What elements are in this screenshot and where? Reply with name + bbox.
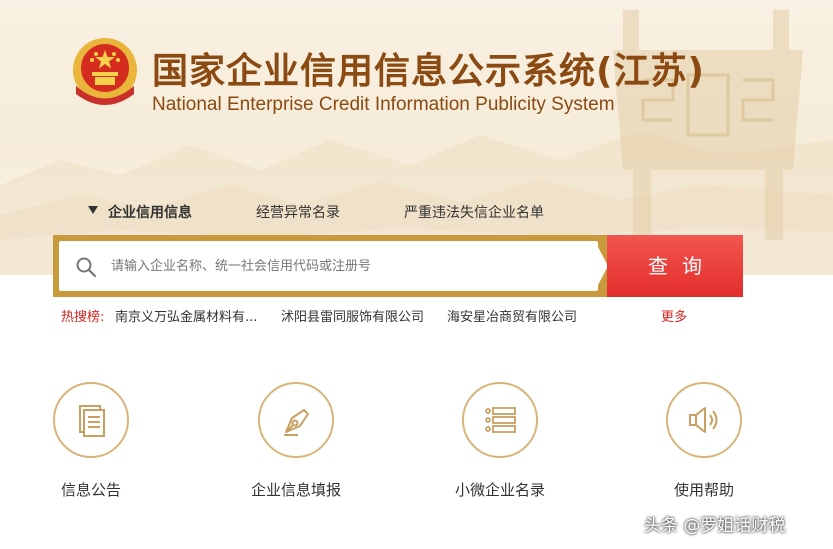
feature-label: 信息公告	[60, 481, 121, 499]
feature-icon-circle	[462, 382, 538, 458]
speaker-icon	[689, 407, 718, 433]
feature-label: 小微企业名录	[454, 481, 545, 499]
hot-search-label: 热搜榜:	[61, 310, 105, 325]
search-button[interactable]: 查询	[607, 235, 743, 297]
search-input[interactable]	[111, 255, 581, 277]
feature-icon-circle	[666, 382, 742, 458]
hot-search-bar: 热搜榜: 南京义万弘金属材料有... 沭阳县雷同服饰有限公司 海安星冶商贸有限公…	[61, 306, 577, 325]
list-icon	[485, 407, 516, 433]
more-link[interactable]: 更多	[661, 306, 687, 325]
document-icon	[79, 405, 105, 437]
tab-abnormal-operation-list[interactable]: 经营异常名录	[256, 202, 340, 222]
hot-search-link[interactable]: 海安星冶商贸有限公司	[447, 306, 577, 325]
search-field-container	[59, 241, 598, 291]
hot-search-link[interactable]: 南京义万弘金属材料有...	[115, 306, 257, 325]
pen-nib-icon	[284, 409, 309, 436]
national-emblem-icon	[73, 38, 137, 105]
caret-down-icon	[88, 206, 98, 214]
page-title: 国家企业信用信息公示系统(江苏)	[152, 51, 705, 92]
hot-search-link[interactable]: 沭阳县雷同服饰有限公司	[281, 306, 424, 325]
feature-label: 企业信息填报	[250, 481, 341, 499]
tab-enterprise-credit-info[interactable]: 企业信用信息	[108, 202, 192, 222]
feature-icon-circle	[258, 382, 334, 458]
search-icon	[76, 257, 97, 278]
page-subtitle-en: National Enterprise Credit Information P…	[152, 94, 615, 115]
search-box	[53, 235, 608, 297]
tab-serious-violation-list[interactable]: 严重违法失信企业名单	[404, 202, 544, 222]
feature-icon-circle	[53, 382, 129, 458]
watermark-text: 头条 @罗姐话财税	[644, 516, 786, 536]
bronze-vessel-graphic	[613, 10, 803, 240]
feature-label: 使用帮助	[673, 481, 734, 499]
